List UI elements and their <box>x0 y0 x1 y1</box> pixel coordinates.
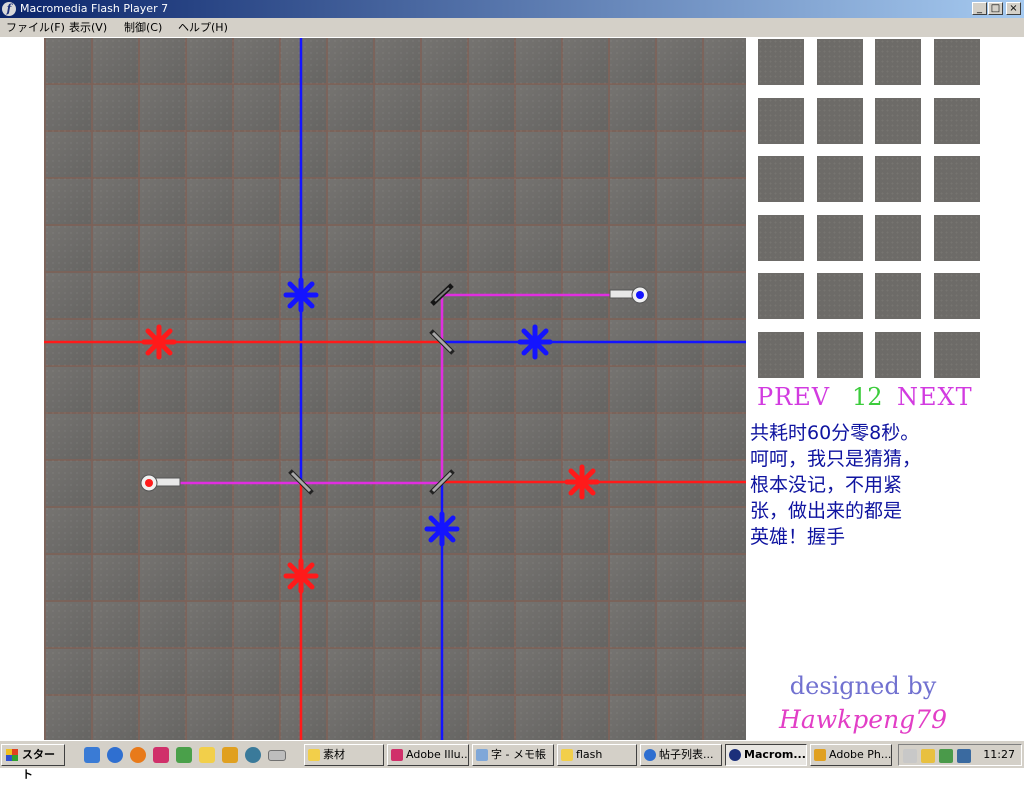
task-label: 字 - メモ帳 <box>491 748 546 761</box>
network-icon[interactable] <box>921 749 935 763</box>
prev-button[interactable]: PREV <box>757 382 830 412</box>
red-star-icon <box>283 558 319 594</box>
laser-layer <box>44 38 746 740</box>
level-tile[interactable] <box>933 331 980 378</box>
level-tile[interactable] <box>875 156 921 202</box>
folder-icon <box>308 749 320 761</box>
level-tile[interactable] <box>933 39 980 85</box>
level-tile[interactable] <box>816 273 863 319</box>
menu-bar: ファイル(F) 表示(V) 制御(C) ヘルプ(H) <box>0 18 1024 37</box>
level-tile[interactable] <box>758 39 804 85</box>
task-label: 帖子列表... <box>659 748 714 761</box>
red-emitter-icon[interactable] <box>140 474 181 492</box>
task-folder-sozai[interactable]: 素材 <box>304 744 384 766</box>
level-number: 12 <box>852 383 883 411</box>
credit-author: Hawkpeng79 <box>779 705 947 734</box>
game-area[interactable] <box>44 38 746 740</box>
task-illustrator[interactable]: Adobe Illu... <box>387 744 469 766</box>
start-button[interactable]: スタート <box>1 744 65 781</box>
level-tile[interactable] <box>758 156 804 202</box>
level-tile[interactable] <box>933 156 980 202</box>
level-tile-grid <box>757 38 987 380</box>
menu-help[interactable]: ヘルプ(H) <box>178 18 228 37</box>
ime-icon[interactable] <box>957 749 971 763</box>
task-label: 素材 <box>323 748 345 761</box>
tray-icon[interactable] <box>268 750 286 761</box>
taskbar: スタート 素材 Adobe Illu... 字 - メモ帳 flash 帖子列表… <box>0 740 1024 781</box>
task-label: Adobe Ph... <box>829 748 892 761</box>
level-tile[interactable] <box>816 39 863 85</box>
level-tile[interactable] <box>875 39 921 85</box>
menu-view[interactable]: 表示(V) <box>69 18 107 37</box>
level-tile[interactable] <box>875 97 921 144</box>
credit-designed-by: designed by <box>789 672 937 700</box>
red-star-icon <box>564 464 600 500</box>
task-browser[interactable]: 帖子列表... <box>640 744 722 766</box>
maximize-button[interactable]: □ <box>988 2 1003 15</box>
blue-star-icon <box>424 511 460 547</box>
level-tile[interactable] <box>816 97 863 144</box>
completion-message: 共耗时60分零8秒。 呵呵，我只是猜猜， 根本没记，不用紧 张，做出来的都是 英… <box>750 422 922 548</box>
blue-emitter-icon[interactable] <box>609 286 649 304</box>
folder-icon[interactable] <box>199 747 215 763</box>
task-label: Adobe Illu... <box>406 748 469 761</box>
level-tile[interactable] <box>816 214 863 261</box>
folder-icon <box>561 749 573 761</box>
pen-icon[interactable] <box>176 747 192 763</box>
level-navigation: PREV 12 NEXT <box>757 382 979 412</box>
red-star-icon <box>141 324 177 360</box>
browser-icon <box>644 749 656 761</box>
start-label: スタート <box>22 748 55 781</box>
task-label: Macrom... <box>744 748 806 761</box>
blue-star-icon <box>283 277 319 313</box>
security-icon[interactable] <box>939 749 953 763</box>
system-tray: 11:27 <box>898 744 1022 766</box>
task-flash-player[interactable]: Macrom... <box>725 744 807 766</box>
menu-control[interactable]: 制御(C) <box>124 18 162 37</box>
clock: 11:27 <box>983 748 1015 761</box>
flash-icon <box>729 749 741 761</box>
level-tile[interactable] <box>875 331 921 378</box>
notepad-icon <box>476 749 488 761</box>
title-bar[interactable]: f Macromedia Flash Player 7 _ □ × <box>0 0 1024 18</box>
task-label: flash <box>576 748 603 761</box>
windows-logo-icon <box>6 749 18 761</box>
level-tile[interactable] <box>758 331 804 378</box>
level-tile[interactable] <box>758 97 804 144</box>
task-folder-flash[interactable]: flash <box>557 744 637 766</box>
next-button[interactable]: NEXT <box>897 382 973 412</box>
illustrator-icon[interactable] <box>153 747 169 763</box>
task-photoshop[interactable]: Adobe Ph... <box>810 744 892 766</box>
outlook-icon[interactable] <box>130 747 146 763</box>
level-tile[interactable] <box>758 273 804 319</box>
ie-icon[interactable] <box>107 747 123 763</box>
flash-icon: f <box>2 2 16 16</box>
level-tile[interactable] <box>933 273 980 319</box>
level-tile[interactable] <box>933 214 980 261</box>
window-title: Macromedia Flash Player 7 <box>20 2 169 15</box>
volume-icon[interactable] <box>903 749 917 763</box>
menu-file[interactable]: ファイル(F) <box>6 18 65 37</box>
level-tile[interactable] <box>933 97 980 144</box>
minimize-button[interactable]: _ <box>972 2 987 15</box>
close-button[interactable]: × <box>1006 2 1021 15</box>
photoshop-icon[interactable] <box>222 747 238 763</box>
illustrator-icon <box>391 749 403 761</box>
level-tile[interactable] <box>816 156 863 202</box>
level-tile[interactable] <box>816 331 863 378</box>
photoshop-icon <box>814 749 826 761</box>
level-tile[interactable] <box>758 214 804 261</box>
app-icon[interactable] <box>245 747 261 763</box>
desktop-icon[interactable] <box>84 747 100 763</box>
level-tile[interactable] <box>875 273 921 319</box>
level-tile[interactable] <box>875 214 921 261</box>
task-notepad[interactable]: 字 - メモ帳 <box>472 744 554 766</box>
blue-star-icon <box>517 324 553 360</box>
